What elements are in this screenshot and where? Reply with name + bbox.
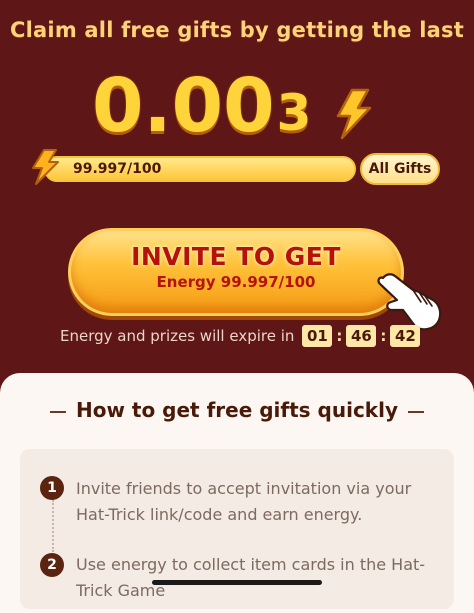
energy-value-tail: 3	[276, 84, 312, 142]
lightning-bolt-icon	[334, 88, 372, 144]
timer-minutes: 46	[346, 325, 377, 347]
home-indicator[interactable]	[152, 580, 322, 585]
step-text: Use energy to collect item cards in the …	[76, 555, 426, 600]
step-number: 1	[40, 476, 64, 500]
steps-connector	[52, 500, 54, 552]
headline: Claim all free gifts by getting the last	[10, 18, 464, 42]
step-number: 2	[40, 553, 64, 577]
timer-hours: 01	[302, 325, 333, 347]
invite-button-title: INVITE TO GET	[131, 242, 341, 271]
energy-progress-bar: 99.997/100	[44, 156, 356, 182]
invite-button[interactable]: INVITE TO GET Energy 99.997/100	[68, 228, 404, 316]
energy-value: 0.00 3	[92, 62, 311, 146]
timer-seconds: 42	[390, 325, 421, 347]
expiry-timer: Energy and prizes will expire in 01 : 46…	[60, 322, 421, 350]
title-divider-right	[408, 411, 424, 413]
energy-value-main: 0.00	[92, 63, 275, 149]
timer-separator: :	[336, 327, 343, 345]
timer-separator: :	[380, 327, 387, 345]
step-text: Invite friends to accept invitation via …	[76, 479, 412, 524]
lightning-bolt-icon	[30, 148, 60, 190]
guide-title: How to get free gifts quickly	[75, 398, 398, 422]
energy-progress-text: 99.997/100	[73, 161, 162, 177]
expiry-label: Energy and prizes will expire in	[60, 327, 295, 345]
all-gifts-button[interactable]: All Gifts	[360, 153, 440, 185]
invite-button-subtitle: Energy 99.997/100	[156, 273, 316, 291]
